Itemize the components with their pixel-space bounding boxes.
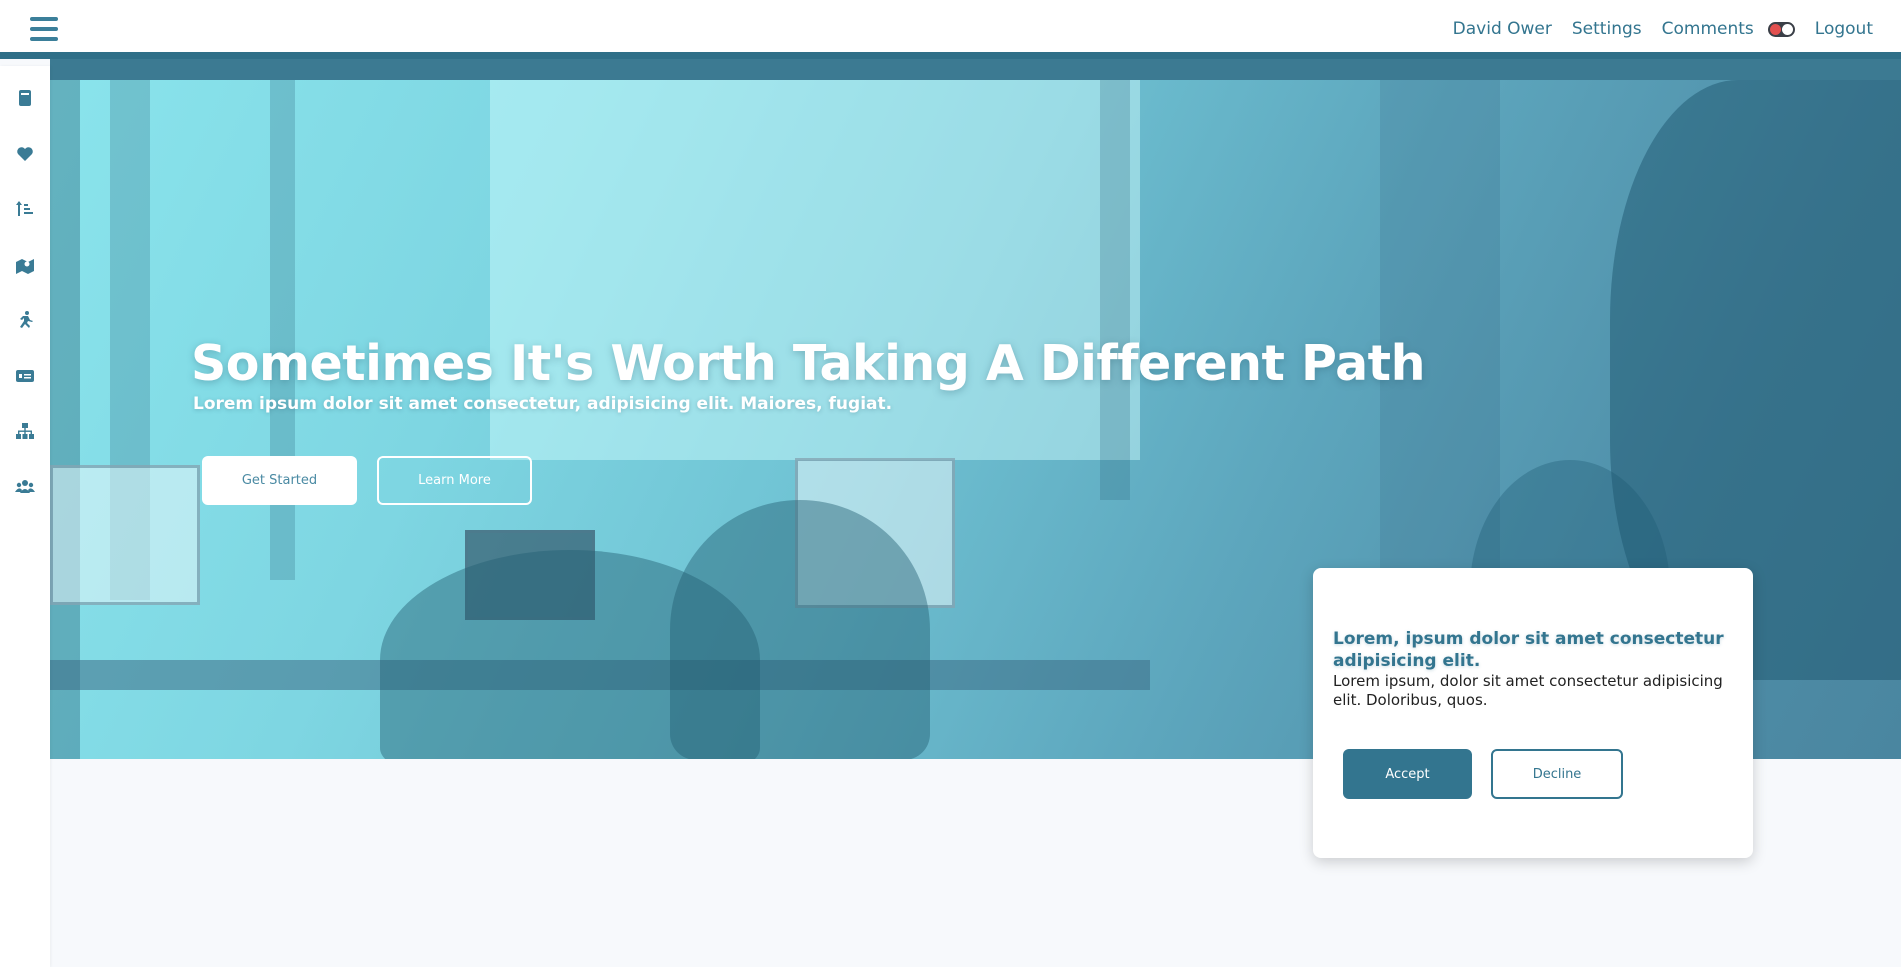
heart-icon[interactable] — [13, 142, 37, 166]
money-card-icon[interactable] — [13, 364, 37, 388]
nav-comments-link[interactable]: Comments — [1662, 19, 1754, 39]
network-icon[interactable] — [13, 419, 37, 443]
nav-logout-link[interactable]: Logout — [1815, 19, 1873, 39]
consent-card-title: Lorem, ipsum dolor sit amet consectetur … — [1333, 629, 1724, 671]
accept-button[interactable]: Accept — [1343, 749, 1472, 799]
top-header: David Ower Settings Comments Logout — [0, 0, 1901, 59]
get-started-button[interactable]: Get Started — [202, 456, 357, 505]
map-marker-icon[interactable] — [13, 253, 37, 277]
hero-subtitle: Lorem ipsum dolor sit amet consectetur, … — [193, 394, 893, 414]
running-person-icon[interactable] — [13, 308, 37, 332]
hamburger-menu-icon[interactable] — [30, 17, 58, 43]
consent-card-text: Lorem ipsum, dolor sit amet consectetur … — [1333, 672, 1723, 709]
header-band — [50, 59, 1901, 80]
nav-user-link[interactable]: David Ower — [1453, 19, 1552, 39]
hero-title: Sometimes It's Worth Taking A Different … — [191, 335, 1425, 392]
decline-button[interactable]: Decline — [1491, 749, 1623, 799]
book-icon[interactable] — [13, 86, 37, 110]
nav-settings-link[interactable]: Settings — [1572, 19, 1642, 39]
toggle-switch-icon[interactable] — [1767, 21, 1795, 37]
users-group-icon[interactable] — [13, 475, 37, 499]
sidebar — [0, 66, 50, 967]
sort-list-icon[interactable] — [13, 197, 37, 221]
consent-card: Lorem, ipsum dolor sit amet consectetur … — [1313, 568, 1753, 858]
learn-more-button[interactable]: Learn More — [377, 456, 532, 505]
top-nav: David Ower Settings Comments Logout — [1453, 19, 1873, 39]
